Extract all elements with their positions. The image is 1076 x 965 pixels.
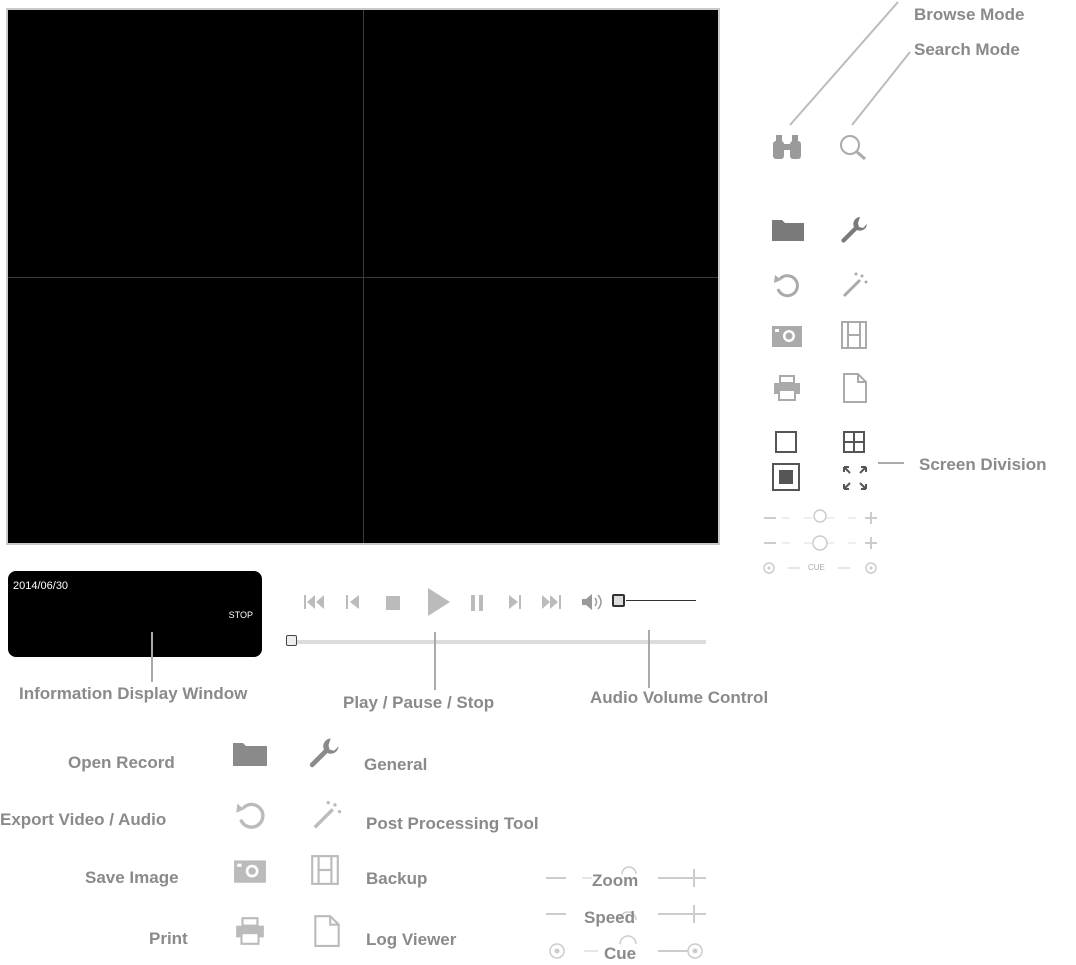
info-date: 2014/06/30 <box>13 580 69 592</box>
skip-to-start-icon[interactable] <box>302 592 326 612</box>
volume-thumb[interactable] <box>612 594 625 607</box>
export-icon[interactable] <box>772 270 802 300</box>
grid-divider-horizontal <box>8 277 718 278</box>
legend-general-label: General <box>364 755 428 774</box>
legend-export-label: Export Video / Audio <box>0 810 167 829</box>
quad-view-icon[interactable] <box>842 430 868 456</box>
legend-open-record-label: Open Record <box>68 753 175 772</box>
legend-cue-label: Cue <box>604 944 637 963</box>
legend-backup-label: Backup <box>366 869 428 888</box>
legend-magic-wand-icon <box>308 798 344 832</box>
seek-bar-thumb[interactable] <box>286 635 297 646</box>
info-window-label: Information Display Window <box>19 684 248 703</box>
legend-folder-icon <box>232 739 268 767</box>
play-pause-stop-label: Play / Pause / Stop <box>343 693 495 712</box>
speed-slider-small[interactable] <box>762 533 882 553</box>
speaker-icon[interactable] <box>580 592 606 612</box>
legend-document-icon <box>313 914 341 948</box>
magic-wand-icon[interactable] <box>838 270 870 300</box>
info-status: STOP <box>228 610 253 620</box>
callout-line-screen-division <box>878 462 904 464</box>
legend-film-icon <box>310 854 340 886</box>
legend-save-image-label: Save Image <box>85 868 179 887</box>
legend-export-icon <box>234 798 268 832</box>
legend-zoom-label: Zoom <box>592 871 639 890</box>
single-view-icon[interactable] <box>774 430 800 456</box>
browse-mode-label: Browse Mode <box>914 5 1025 24</box>
stop-icon[interactable] <box>384 594 402 612</box>
callout-line-audio-volume <box>648 630 650 688</box>
audio-volume-label: Audio Volume Control <box>590 688 769 707</box>
screen-division-label: Screen Division <box>919 455 1047 474</box>
video-display-area[interactable] <box>6 8 720 545</box>
document-icon[interactable] <box>842 372 868 404</box>
legend-printer-icon <box>234 916 266 946</box>
volume-track[interactable] <box>626 600 696 601</box>
legend-post-processing-label: Post Processing Tool <box>366 814 539 833</box>
search-mode-label: Search Mode <box>914 40 1020 59</box>
fit-view-icon[interactable] <box>771 462 801 492</box>
film-icon[interactable] <box>840 320 868 350</box>
seek-bar-track[interactable] <box>296 640 706 644</box>
play-icon[interactable] <box>424 586 452 618</box>
callout-line-play-pause-stop <box>434 632 436 690</box>
legend-camera-icon <box>233 856 267 884</box>
camera-icon[interactable] <box>771 322 803 348</box>
printer-icon[interactable] <box>772 374 802 402</box>
callout-line-info-window <box>151 632 153 682</box>
pause-icon[interactable] <box>468 593 486 613</box>
legend-speed-label: Speed <box>584 908 636 927</box>
wrench-icon[interactable] <box>838 214 870 246</box>
legend-log-viewer-label: Log Viewer <box>366 930 457 949</box>
legend-print-label: Print <box>149 929 188 948</box>
cue-small-label: CUE <box>808 563 825 572</box>
fullscreen-icon[interactable] <box>842 465 868 491</box>
previous-frame-icon[interactable] <box>344 592 362 612</box>
info-display-window: 2014/06/30 STOP <box>8 571 262 657</box>
next-frame-icon[interactable] <box>506 592 524 612</box>
legend-wrench-icon <box>306 734 342 772</box>
skip-to-end-icon[interactable] <box>540 592 564 612</box>
zoom-slider-small[interactable] <box>762 508 882 528</box>
folder-icon[interactable] <box>771 216 805 242</box>
